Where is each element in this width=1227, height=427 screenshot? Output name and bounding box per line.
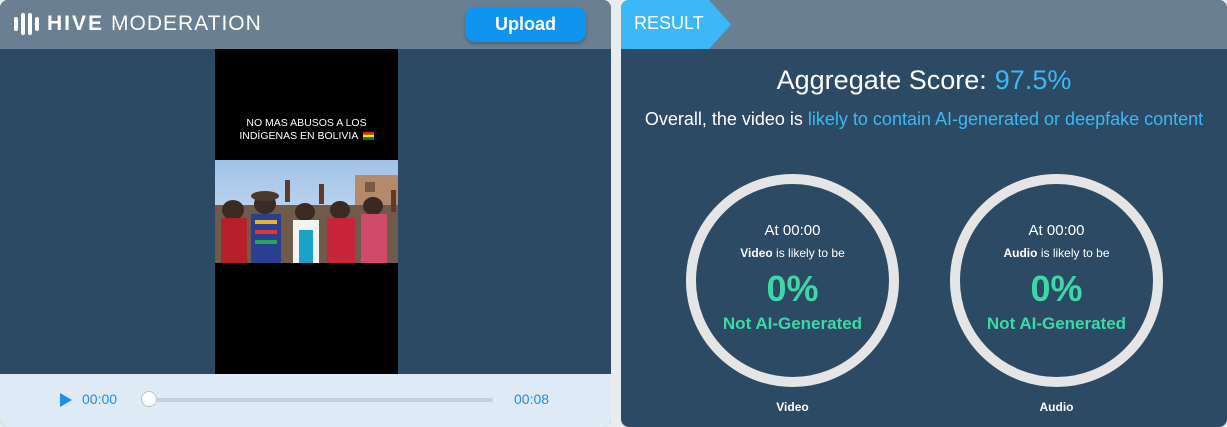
logo-text-moderation: MODERATION	[111, 12, 262, 35]
result-tag: RESULT	[621, 0, 731, 49]
overall-summary: Overall, the video is likely to contain …	[641, 105, 1207, 133]
video-likely-text: Video is likely to be	[696, 246, 889, 260]
video-caption-line-1: NO MAS ABUSOS A LOS	[246, 117, 367, 129]
current-time: 00:00	[82, 391, 118, 407]
result-label: RESULT	[634, 13, 704, 33]
play-icon[interactable]	[59, 393, 73, 407]
bolivia-flag-icon	[362, 132, 374, 140]
video-modality-name: Video	[740, 246, 773, 260]
audio-likely-text: Audio is likely to be	[960, 246, 1153, 260]
hive-bars-icon	[14, 13, 39, 35]
logo-text-hive: HIVE	[47, 12, 105, 35]
video-player[interactable]: NO MAS ABUSOS A LOS INDÍGENAS EN BOLIVIA	[215, 49, 398, 374]
video-thumbnail-image	[215, 160, 398, 263]
video-controls: 00:00 00:08	[0, 374, 611, 427]
video-timestamp: At 00:00	[764, 222, 821, 239]
seek-bar[interactable]	[148, 398, 493, 402]
aggregate-score-value: 97.5%	[994, 65, 1072, 95]
seek-thumb[interactable]	[141, 391, 157, 407]
video-caption: NO MAS ABUSOS A LOS INDÍGENAS EN BOLIVIA	[215, 117, 398, 143]
hive-logo[interactable]: HIVE MODERATION	[14, 12, 262, 36]
duration: 00:08	[514, 391, 550, 407]
video-percent: 0%	[766, 268, 819, 309]
app-header: HIVE MODERATION Upload	[0, 0, 611, 49]
upload-button[interactable]: Upload	[465, 7, 586, 42]
audio-verdict: Not AI-Generated	[986, 314, 1127, 333]
overall-prefix: Overall, the video is	[644, 109, 808, 129]
aggregate-score: Aggregate Score: 97.5%	[621, 65, 1227, 96]
audio-ring-caption: Audio	[1039, 400, 1074, 414]
audio-percent: 0%	[1030, 268, 1083, 309]
aggregate-score-label: Aggregate Score:	[776, 65, 987, 95]
video-caption-line-2: INDÍGENAS EN BOLIVIA	[239, 130, 358, 142]
result-header: RESULT	[621, 0, 1227, 49]
video-score-ring: At 00:00 Video is likely to be 0% Not AI…	[686, 174, 899, 387]
audio-score-ring: At 00:00 Audio is likely to be 0% Not AI…	[950, 174, 1163, 387]
overall-highlight: likely to contain AI-generated or deepfa…	[807, 109, 1204, 129]
result-panel: RESULT Aggregate Score: 97.5% Overall, th…	[621, 0, 1227, 427]
audio-timestamp: At 00:00	[1028, 222, 1085, 239]
audio-modality-name: Audio	[1003, 246, 1038, 260]
video-ring-caption: Video	[776, 400, 809, 414]
audio-likely-suffix: is likely to be	[1037, 246, 1110, 260]
video-verdict: Not AI-Generated	[722, 314, 863, 333]
media-panel: HIVE MODERATION Upload NO MAS ABUSOS A L…	[0, 0, 611, 427]
video-likely-suffix: is likely to be	[772, 246, 845, 260]
